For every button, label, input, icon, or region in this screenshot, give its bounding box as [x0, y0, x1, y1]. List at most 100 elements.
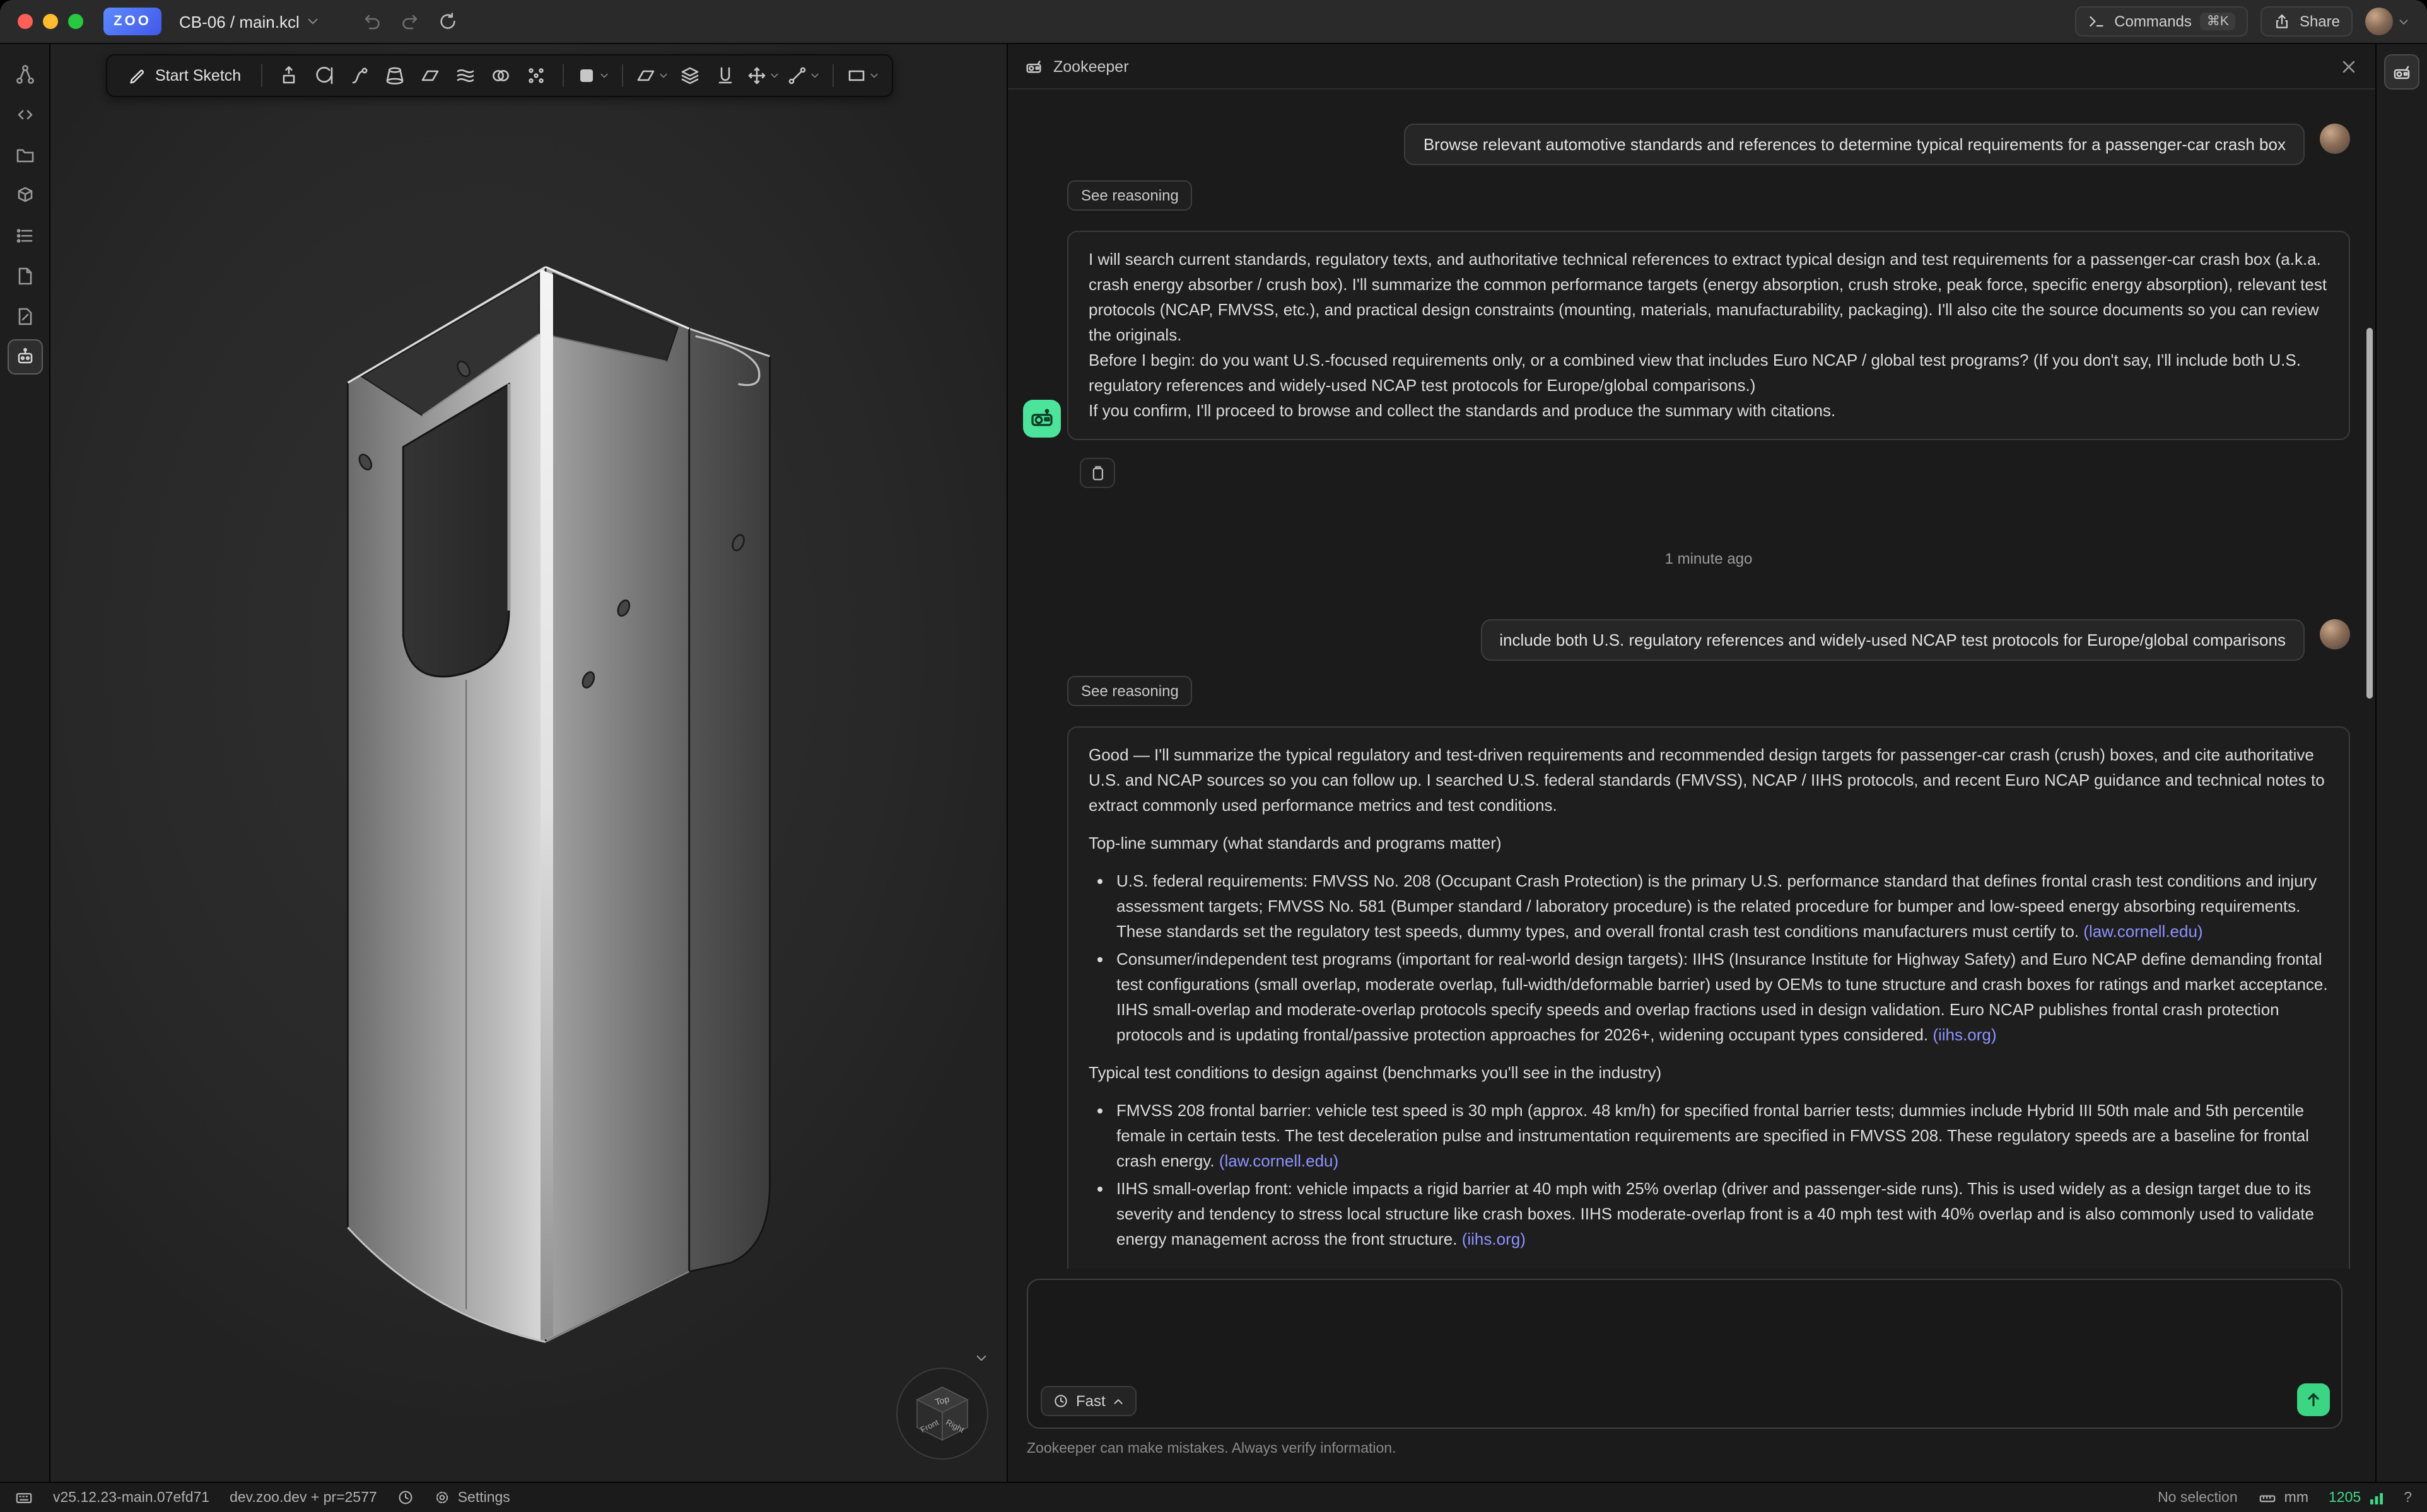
- assistant-bullet: FMVSS 208 frontal barrier: vehicle test …: [1116, 1098, 2329, 1174]
- assistant-paragraph: I will search current standards, regulat…: [1089, 247, 2329, 348]
- chat-composer: Fast: [1027, 1279, 2342, 1429]
- assistant-list: U.S. federal requirements: FMVSS No. 208…: [1089, 869, 2329, 1048]
- zoo-logo[interactable]: ZOO: [103, 8, 161, 35]
- assistant-list: FMVSS 208 frontal barrier: vehicle test …: [1089, 1098, 2329, 1252]
- timestamp: 1 minute ago: [1067, 550, 2350, 567]
- statusbar: v25.12.23-main.07efd71 dev.zoo.dev + pr=…: [0, 1482, 2427, 1512]
- citation-link[interactable]: (iihs.org): [1933, 1025, 1996, 1044]
- crash-box-model[interactable]: [50, 44, 1007, 1482]
- feature-tree-icon[interactable]: [7, 57, 42, 92]
- model-speed-selector[interactable]: Fast: [1041, 1386, 1137, 1416]
- project-breadcrumb[interactable]: CB-06 / main.kcl: [179, 12, 320, 31]
- project-name: CB-06 / main.kcl: [179, 12, 300, 31]
- zookeeper-icon: [1024, 57, 1043, 76]
- commands-label: Commands: [2114, 13, 2192, 30]
- close-window-button[interactable]: [18, 14, 33, 29]
- zookeeper-panel: Zookeeper Browse relevant automotive sta…: [1007, 44, 2375, 1482]
- gizmo-menu-chevron-icon[interactable]: [975, 1353, 988, 1363]
- view-gizmo[interactable]: Top Front Right: [896, 1367, 989, 1460]
- export-icon[interactable]: [7, 178, 42, 213]
- ruler-icon: [2258, 1490, 2277, 1505]
- user-message: include both U.S. regulatory references …: [1480, 619, 2305, 661]
- assistant-bullet: Consumer/independent test programs (impo…: [1116, 947, 2329, 1048]
- selection-status: No selection: [2158, 1490, 2238, 1505]
- assistant-paragraph: Before I begin: do you want U.S.-focused…: [1089, 348, 2329, 398]
- user-avatar: [2320, 619, 2350, 649]
- assistant-bullet: IIHS small-overlap front: vehicle impact…: [1116, 1177, 2329, 1252]
- right-sidebar: [2375, 44, 2427, 1482]
- send-message-button[interactable]: [2297, 1383, 2330, 1416]
- code-icon[interactable]: [7, 97, 42, 132]
- see-reasoning-button[interactable]: See reasoning: [1067, 676, 1193, 706]
- environment-label[interactable]: dev.zoo.dev + pr=2577: [230, 1490, 377, 1505]
- units-selector[interactable]: mm: [2258, 1490, 2308, 1505]
- settings-button[interactable]: Settings: [434, 1489, 510, 1506]
- assistant-message-wrap: Good — I'll summarize the typical regula…: [1067, 726, 2350, 1269]
- redo-icon[interactable]: [401, 11, 421, 32]
- chat-input[interactable]: [1043, 1290, 2326, 1377]
- chevron-down-icon: [2398, 17, 2409, 26]
- zookeeper-toggle-icon[interactable]: [2384, 54, 2419, 90]
- zoom-window-button[interactable]: [68, 14, 83, 29]
- titlebar-actions: Commands ⌘K Share: [2075, 6, 2409, 37]
- app-version[interactable]: v25.12.23-main.07efd71: [53, 1490, 209, 1505]
- zookeeper-avatar: [1023, 400, 1061, 438]
- zookeeper-header: Zookeeper: [1008, 44, 2375, 90]
- gear-icon: [434, 1489, 450, 1506]
- units-label: mm: [2284, 1490, 2308, 1505]
- assistant-message: Good — I'll summarize the typical regula…: [1067, 726, 2350, 1269]
- signal-icon: [2368, 1490, 2383, 1505]
- file-pen-icon[interactable]: [7, 299, 42, 334]
- user-message-row: include both U.S. regulatory references …: [1067, 619, 2350, 661]
- copy-message-button[interactable]: [1080, 458, 1115, 488]
- disclaimer-text: Zookeeper can make mistakes. Always veri…: [1027, 1441, 2375, 1457]
- refresh-icon[interactable]: [438, 11, 459, 32]
- modeling-viewport[interactable]: Start Sketch: [50, 44, 1007, 1482]
- see-reasoning-button[interactable]: See reasoning: [1067, 180, 1193, 211]
- commands-shortcut: ⌘K: [2201, 13, 2235, 30]
- minimize-window-button[interactable]: [43, 14, 58, 29]
- zoo-design-studio-window: ZOO CB-06 / main.kcl Commands: [0, 0, 2427, 1512]
- latency-value: 1205: [2329, 1490, 2361, 1505]
- citation-link[interactable]: (law.cornell.edu): [2083, 922, 2202, 941]
- help-icon[interactable]: ?: [2404, 1490, 2412, 1505]
- clock-icon[interactable]: [397, 1489, 414, 1506]
- project-files-icon[interactable]: [7, 137, 42, 173]
- copy-icon: [1089, 464, 1106, 482]
- panel-title: Zookeeper: [1053, 57, 1129, 75]
- chat-scrollbar[interactable]: [2366, 328, 2373, 699]
- zookeeper-panel-icon[interactable]: [7, 339, 42, 375]
- citation-link[interactable]: (iihs.org): [1462, 1230, 1526, 1248]
- citation-link[interactable]: (law.cornell.edu): [1219, 1151, 1338, 1170]
- chevron-down-icon: [307, 16, 320, 26]
- undo-icon[interactable]: [363, 11, 383, 32]
- keyboard-icon[interactable]: [15, 1490, 33, 1505]
- clock-icon: [1053, 1393, 1068, 1409]
- mode-label: Fast: [1076, 1392, 1106, 1410]
- assistant-message: I will search current standards, regulat…: [1067, 231, 2350, 440]
- assistant-heading: Typical test conditions to design agains…: [1089, 1061, 2329, 1086]
- window-controls: [18, 14, 83, 29]
- terminal-icon: [2088, 13, 2105, 30]
- send-icon: [2305, 1391, 2322, 1409]
- panel-spacer: [1008, 1457, 2375, 1482]
- user-menu[interactable]: [2365, 8, 2409, 35]
- file-icon[interactable]: [7, 259, 42, 294]
- network-latency[interactable]: 1205: [2329, 1490, 2383, 1505]
- titlebar: ZOO CB-06 / main.kcl Commands: [0, 0, 2427, 44]
- assistant-bullet: U.S. federal requirements: FMVSS No. 208…: [1116, 869, 2329, 945]
- assistant-heading: Top-line summary (what standards and pro…: [1089, 831, 2329, 856]
- commands-button[interactable]: Commands ⌘K: [2075, 6, 2248, 37]
- chat-messages[interactable]: Browse relevant automotive standards and…: [1008, 90, 2375, 1269]
- assistant-message-wrap: I will search current standards, regulat…: [1067, 231, 2350, 440]
- share-label: Share: [2300, 13, 2340, 30]
- share-icon: [2273, 13, 2291, 30]
- variables-icon[interactable]: [7, 218, 42, 253]
- assistant-paragraph: If you confirm, I'll proceed to browse a…: [1089, 398, 2329, 424]
- close-panel-button[interactable]: [2339, 56, 2359, 76]
- assistant-paragraph: Good — I'll summarize the typical regula…: [1089, 743, 2329, 818]
- user-avatar: [2320, 124, 2350, 154]
- history-controls: [363, 11, 459, 32]
- settings-label: Settings: [458, 1490, 510, 1505]
- share-button[interactable]: Share: [2260, 6, 2353, 37]
